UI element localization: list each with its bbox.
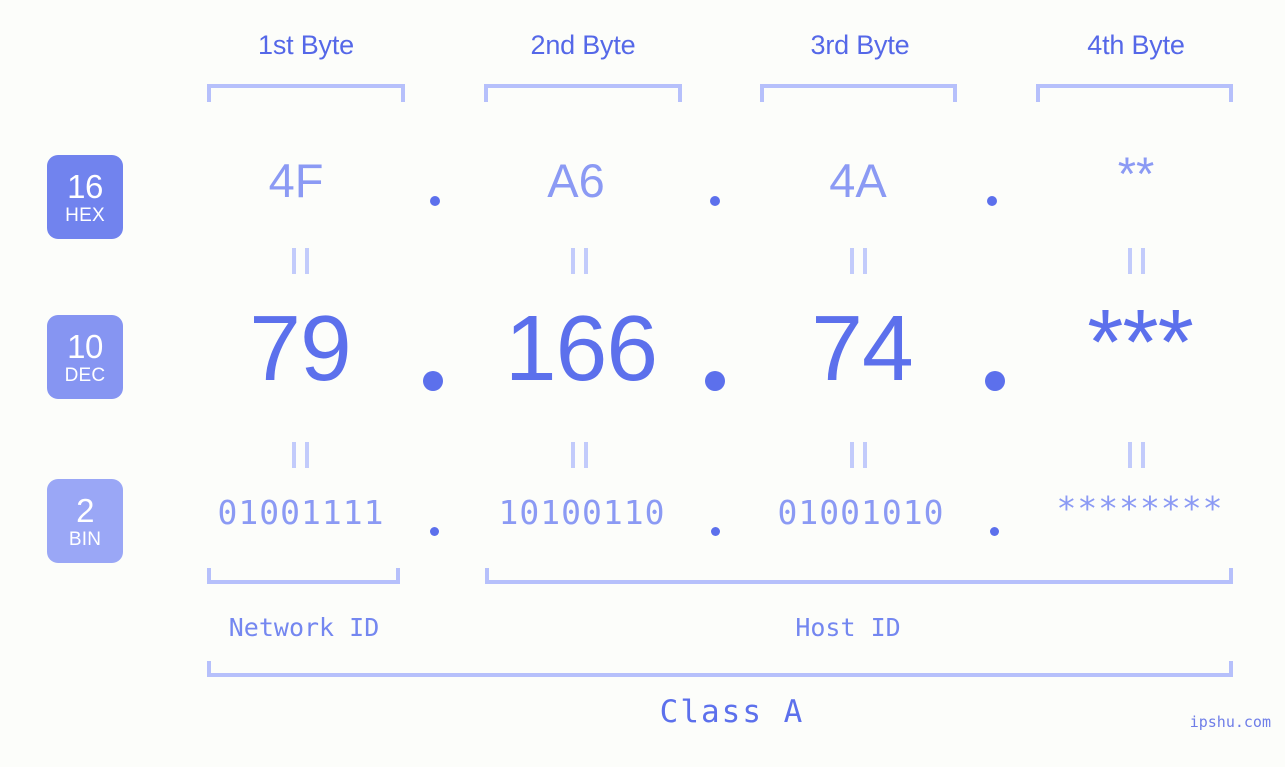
network-id-label: Network ID <box>228 613 380 642</box>
base-badge-bin: 2 BIN <box>47 479 123 563</box>
dec-value-byte-4: *** <box>1087 290 1194 394</box>
bin-separator-dot-1 <box>430 527 439 536</box>
hex-separator-dot-1 <box>430 196 440 206</box>
base-badge-dec: 10 DEC <box>47 315 123 399</box>
base-badge-hex-label: HEX <box>65 204 105 226</box>
class-label: Class A <box>659 694 805 730</box>
bin-separator-dot-3 <box>990 527 999 536</box>
byte-header-1: 1st Byte <box>258 30 354 60</box>
host-id-label: Host ID <box>795 613 901 642</box>
dec-value-byte-2: 166 <box>504 296 658 400</box>
hex-value-byte-4: ** <box>1117 147 1155 200</box>
byte-bracket-3 <box>760 84 957 102</box>
hex-value-byte-2: A6 <box>547 154 605 207</box>
network-id-bracket <box>207 568 400 584</box>
byte-bracket-4 <box>1036 84 1233 102</box>
byte-header-2: 2nd Byte <box>530 30 636 60</box>
bin-value-byte-3: 01001010 <box>777 493 945 532</box>
equality-mark-1-3 <box>850 248 867 274</box>
bin-value-byte-4: ******** <box>1056 489 1224 528</box>
class-bracket <box>207 661 1233 677</box>
dec-separator-dot-1 <box>423 371 443 391</box>
base-badge-hex: 16 HEX <box>47 155 123 239</box>
byte-bracket-1 <box>207 84 405 102</box>
equality-mark-1-4 <box>1128 248 1145 274</box>
base-badge-hex-number: 16 <box>67 167 103 205</box>
ip-address-breakdown-diagram: 1st Byte 2nd Byte 3rd Byte 4th Byte 16 H… <box>0 0 1285 767</box>
base-badge-bin-label: BIN <box>68 528 102 550</box>
base-badge-bin-number: 2 <box>76 491 94 529</box>
equality-mark-1-1 <box>292 248 309 274</box>
dec-separator-dot-3 <box>985 371 1005 391</box>
equality-mark-2-1 <box>292 442 309 468</box>
base-badge-dec-label: DEC <box>64 364 106 386</box>
hex-separator-dot-3 <box>987 196 997 206</box>
equality-mark-1-2 <box>571 248 588 274</box>
watermark: ipshu.com <box>1189 713 1271 731</box>
byte-bracket-2 <box>484 84 682 102</box>
byte-header-3: 3rd Byte <box>810 30 910 60</box>
byte-header-4: 4th Byte <box>1087 30 1185 60</box>
equality-mark-2-4 <box>1128 442 1145 468</box>
host-id-bracket <box>485 568 1233 584</box>
bin-separator-dot-2 <box>711 527 720 536</box>
bin-value-byte-2: 10100110 <box>498 493 666 532</box>
equality-mark-2-2 <box>571 442 588 468</box>
base-badge-dec-number: 10 <box>67 327 103 365</box>
dec-value-byte-1: 79 <box>249 296 351 400</box>
dec-separator-dot-2 <box>705 371 725 391</box>
bin-value-byte-1: 01001111 <box>217 493 385 532</box>
equality-mark-2-3 <box>850 442 867 468</box>
dec-value-byte-3: 74 <box>811 296 913 400</box>
hex-value-byte-1: 4F <box>268 154 324 207</box>
hex-value-byte-3: 4A <box>829 154 887 207</box>
hex-separator-dot-2 <box>710 196 720 206</box>
